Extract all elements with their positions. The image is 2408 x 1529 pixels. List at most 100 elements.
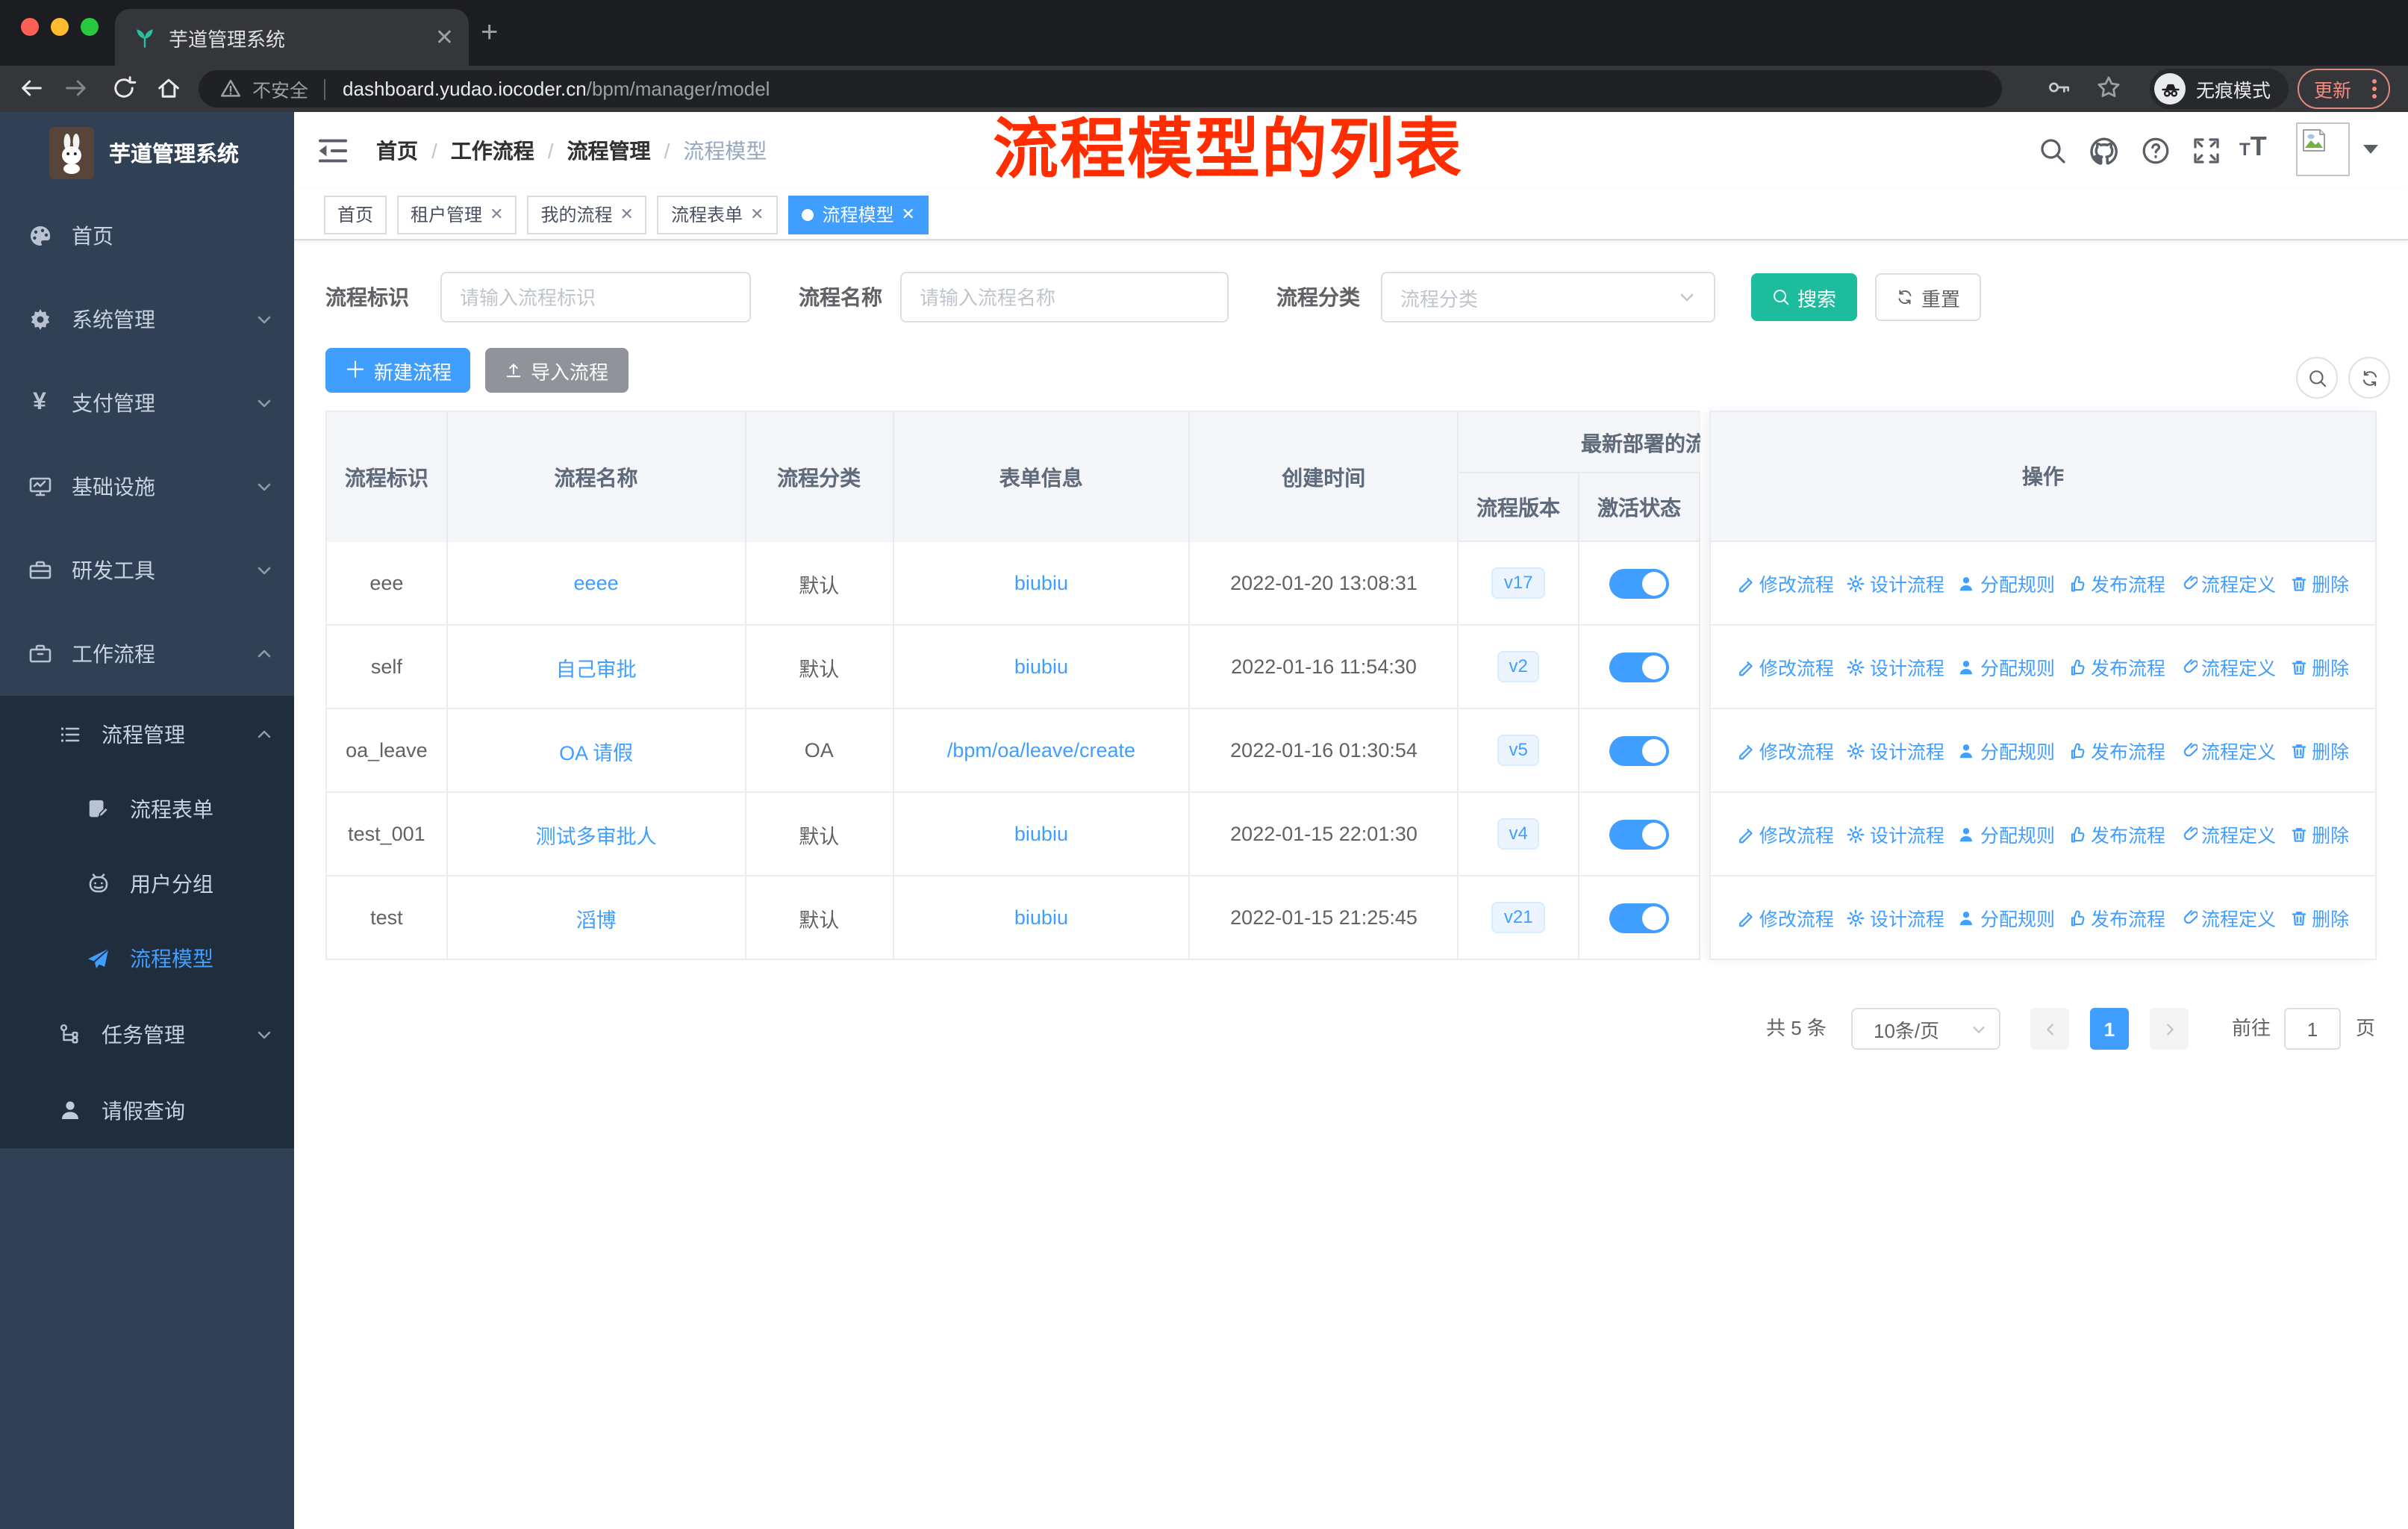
browser-tab[interactable]: 芋道管理系统 ✕	[115, 9, 469, 66]
deploy-process-action[interactable]: 发布流程	[2068, 903, 2165, 932]
version-tag[interactable]: v21	[1491, 901, 1545, 934]
sidebar-item-workflow[interactable]: 工作流程	[0, 612, 294, 696]
modify-process-action[interactable]: 修改流程	[1737, 736, 1834, 764]
modify-process-action[interactable]: 修改流程	[1737, 653, 1834, 681]
delete-action[interactable]: 删除	[2289, 653, 2349, 681]
tag-process-form[interactable]: 流程表单 ✕	[657, 195, 778, 234]
filter-name-input[interactable]	[900, 272, 1229, 323]
design-process-action[interactable]: 设计流程	[1847, 736, 1944, 764]
next-page-button[interactable]	[2150, 1008, 2189, 1050]
fullscreen-icon[interactable]	[2192, 136, 2221, 166]
window-minimize-button[interactable]	[51, 18, 69, 36]
filter-key-input[interactable]	[440, 272, 751, 323]
github-icon[interactable]	[2089, 136, 2120, 167]
deploy-process-action[interactable]: 发布流程	[2068, 653, 2165, 681]
help-icon[interactable]	[2141, 136, 2171, 166]
reload-icon[interactable]	[110, 75, 137, 102]
design-process-action[interactable]: 设计流程	[1847, 569, 1944, 597]
pagination-goto-input[interactable]	[2284, 1008, 2341, 1050]
search-button[interactable]: 搜索	[1751, 273, 1857, 321]
status-toggle[interactable]	[1609, 819, 1670, 849]
design-process-action[interactable]: 设计流程	[1847, 653, 1944, 681]
forward-icon[interactable]	[63, 75, 90, 102]
back-icon[interactable]	[18, 75, 45, 102]
status-toggle[interactable]	[1609, 568, 1670, 598]
delete-action[interactable]: 删除	[2289, 569, 2349, 597]
deploy-process-action[interactable]: 发布流程	[2068, 569, 2165, 597]
font-size-icon[interactable]: TT	[2239, 131, 2267, 163]
process-definition-action[interactable]: 流程定义	[2179, 569, 2276, 597]
status-toggle[interactable]	[1609, 652, 1670, 682]
sidebar-collapse-icon[interactable]	[316, 134, 349, 167]
assign-rule-action[interactable]: 分配规则	[1958, 569, 2055, 597]
modify-process-action[interactable]: 修改流程	[1737, 569, 1834, 597]
process-name-link[interactable]: OA 请假	[559, 735, 633, 765]
table-refresh-button[interactable]	[2348, 357, 2390, 399]
reset-button[interactable]: 重置	[1875, 273, 1981, 321]
page-size-select[interactable]: 10条/页	[1851, 1008, 2000, 1050]
home-icon[interactable]	[155, 75, 182, 102]
breadcrumb-home[interactable]: 首页	[376, 136, 418, 166]
app-logo[interactable]: 芋道管理系统	[0, 112, 294, 194]
close-icon[interactable]: ✕	[750, 205, 764, 224]
process-name-link[interactable]: 测试多审批人	[536, 819, 657, 849]
avatar[interactable]	[2296, 122, 2350, 176]
prev-page-button[interactable]	[2030, 1008, 2069, 1050]
sidebar-item-system[interactable]: 系统管理	[0, 278, 294, 361]
browser-update-button[interactable]: 更新	[2298, 69, 2390, 109]
deploy-process-action[interactable]: 发布流程	[2068, 736, 2165, 764]
process-name-link[interactable]: 自己审批	[556, 652, 637, 682]
tab-close-icon[interactable]: ✕	[435, 26, 454, 49]
status-toggle[interactable]	[1609, 735, 1670, 765]
close-icon[interactable]: ✕	[490, 205, 503, 224]
version-tag[interactable]: v5	[1497, 734, 1540, 767]
bookmark-star-icon[interactable]	[2096, 75, 2121, 100]
new-tab-button[interactable]: +	[481, 18, 498, 48]
close-icon[interactable]: ✕	[901, 205, 914, 224]
design-process-action[interactable]: 设计流程	[1847, 903, 1944, 932]
assign-rule-action[interactable]: 分配规则	[1958, 903, 2055, 932]
deploy-process-action[interactable]: 发布流程	[2068, 820, 2165, 848]
import-process-button[interactable]: 导入流程	[485, 348, 628, 393]
create-process-button[interactable]: ＋ 新建流程	[325, 348, 470, 393]
browser-menu-icon[interactable]	[2372, 79, 2377, 99]
address-bar[interactable]: 不安全 dashboard.yudao.iocoder.cn/bpm/manag…	[199, 70, 2002, 108]
search-icon[interactable]	[2038, 136, 2068, 166]
tag-process-model[interactable]: 流程模型 ✕	[787, 195, 929, 234]
table-search-toggle-button[interactable]	[2296, 357, 2338, 399]
close-icon[interactable]: ✕	[620, 205, 634, 224]
form-info-link[interactable]: biubiu	[1014, 572, 1068, 594]
form-info-link[interactable]: /bpm/oa/leave/create	[947, 739, 1135, 762]
avatar-caret-icon[interactable]	[2363, 145, 2378, 154]
tag-tenant-management[interactable]: 租户管理 ✕	[397, 195, 517, 234]
version-tag[interactable]: v4	[1497, 818, 1540, 850]
version-tag[interactable]: v2	[1497, 650, 1540, 683]
window-close-button[interactable]	[21, 18, 39, 36]
process-definition-action[interactable]: 流程定义	[2179, 653, 2276, 681]
password-key-icon[interactable]	[2047, 75, 2072, 100]
process-name-link[interactable]: eeee	[574, 572, 619, 594]
sidebar-item-process-management[interactable]: 流程管理	[0, 696, 294, 772]
delete-action[interactable]: 删除	[2289, 820, 2349, 848]
sidebar-item-infrastructure[interactable]: 基础设施	[0, 445, 294, 529]
sidebar-item-leave-query[interactable]: 请假查询	[0, 1072, 294, 1148]
sidebar-item-task-management[interactable]: 任务管理	[0, 996, 294, 1072]
version-tag[interactable]: v17	[1491, 567, 1545, 600]
modify-process-action[interactable]: 修改流程	[1737, 820, 1834, 848]
process-name-link[interactable]: 滔博	[576, 903, 617, 932]
tag-my-process[interactable]: 我的流程 ✕	[527, 195, 647, 234]
sidebar-item-payment[interactable]: ¥ 支付管理	[0, 361, 294, 445]
sidebar-item-dev-tools[interactable]: 研发工具	[0, 529, 294, 612]
form-info-link[interactable]: biubiu	[1014, 655, 1068, 678]
form-info-link[interactable]: biubiu	[1014, 906, 1068, 929]
sidebar-item-home[interactable]: 首页	[0, 194, 294, 278]
modify-process-action[interactable]: 修改流程	[1737, 903, 1834, 932]
sidebar-item-user-group[interactable]: 用户分组	[0, 847, 294, 921]
window-maximize-button[interactable]	[81, 18, 99, 36]
delete-action[interactable]: 删除	[2289, 903, 2349, 932]
assign-rule-action[interactable]: 分配规则	[1958, 820, 2055, 848]
form-info-link[interactable]: biubiu	[1014, 823, 1068, 845]
tag-home[interactable]: 首页	[324, 195, 387, 234]
status-toggle[interactable]	[1609, 903, 1670, 932]
assign-rule-action[interactable]: 分配规则	[1958, 653, 2055, 681]
